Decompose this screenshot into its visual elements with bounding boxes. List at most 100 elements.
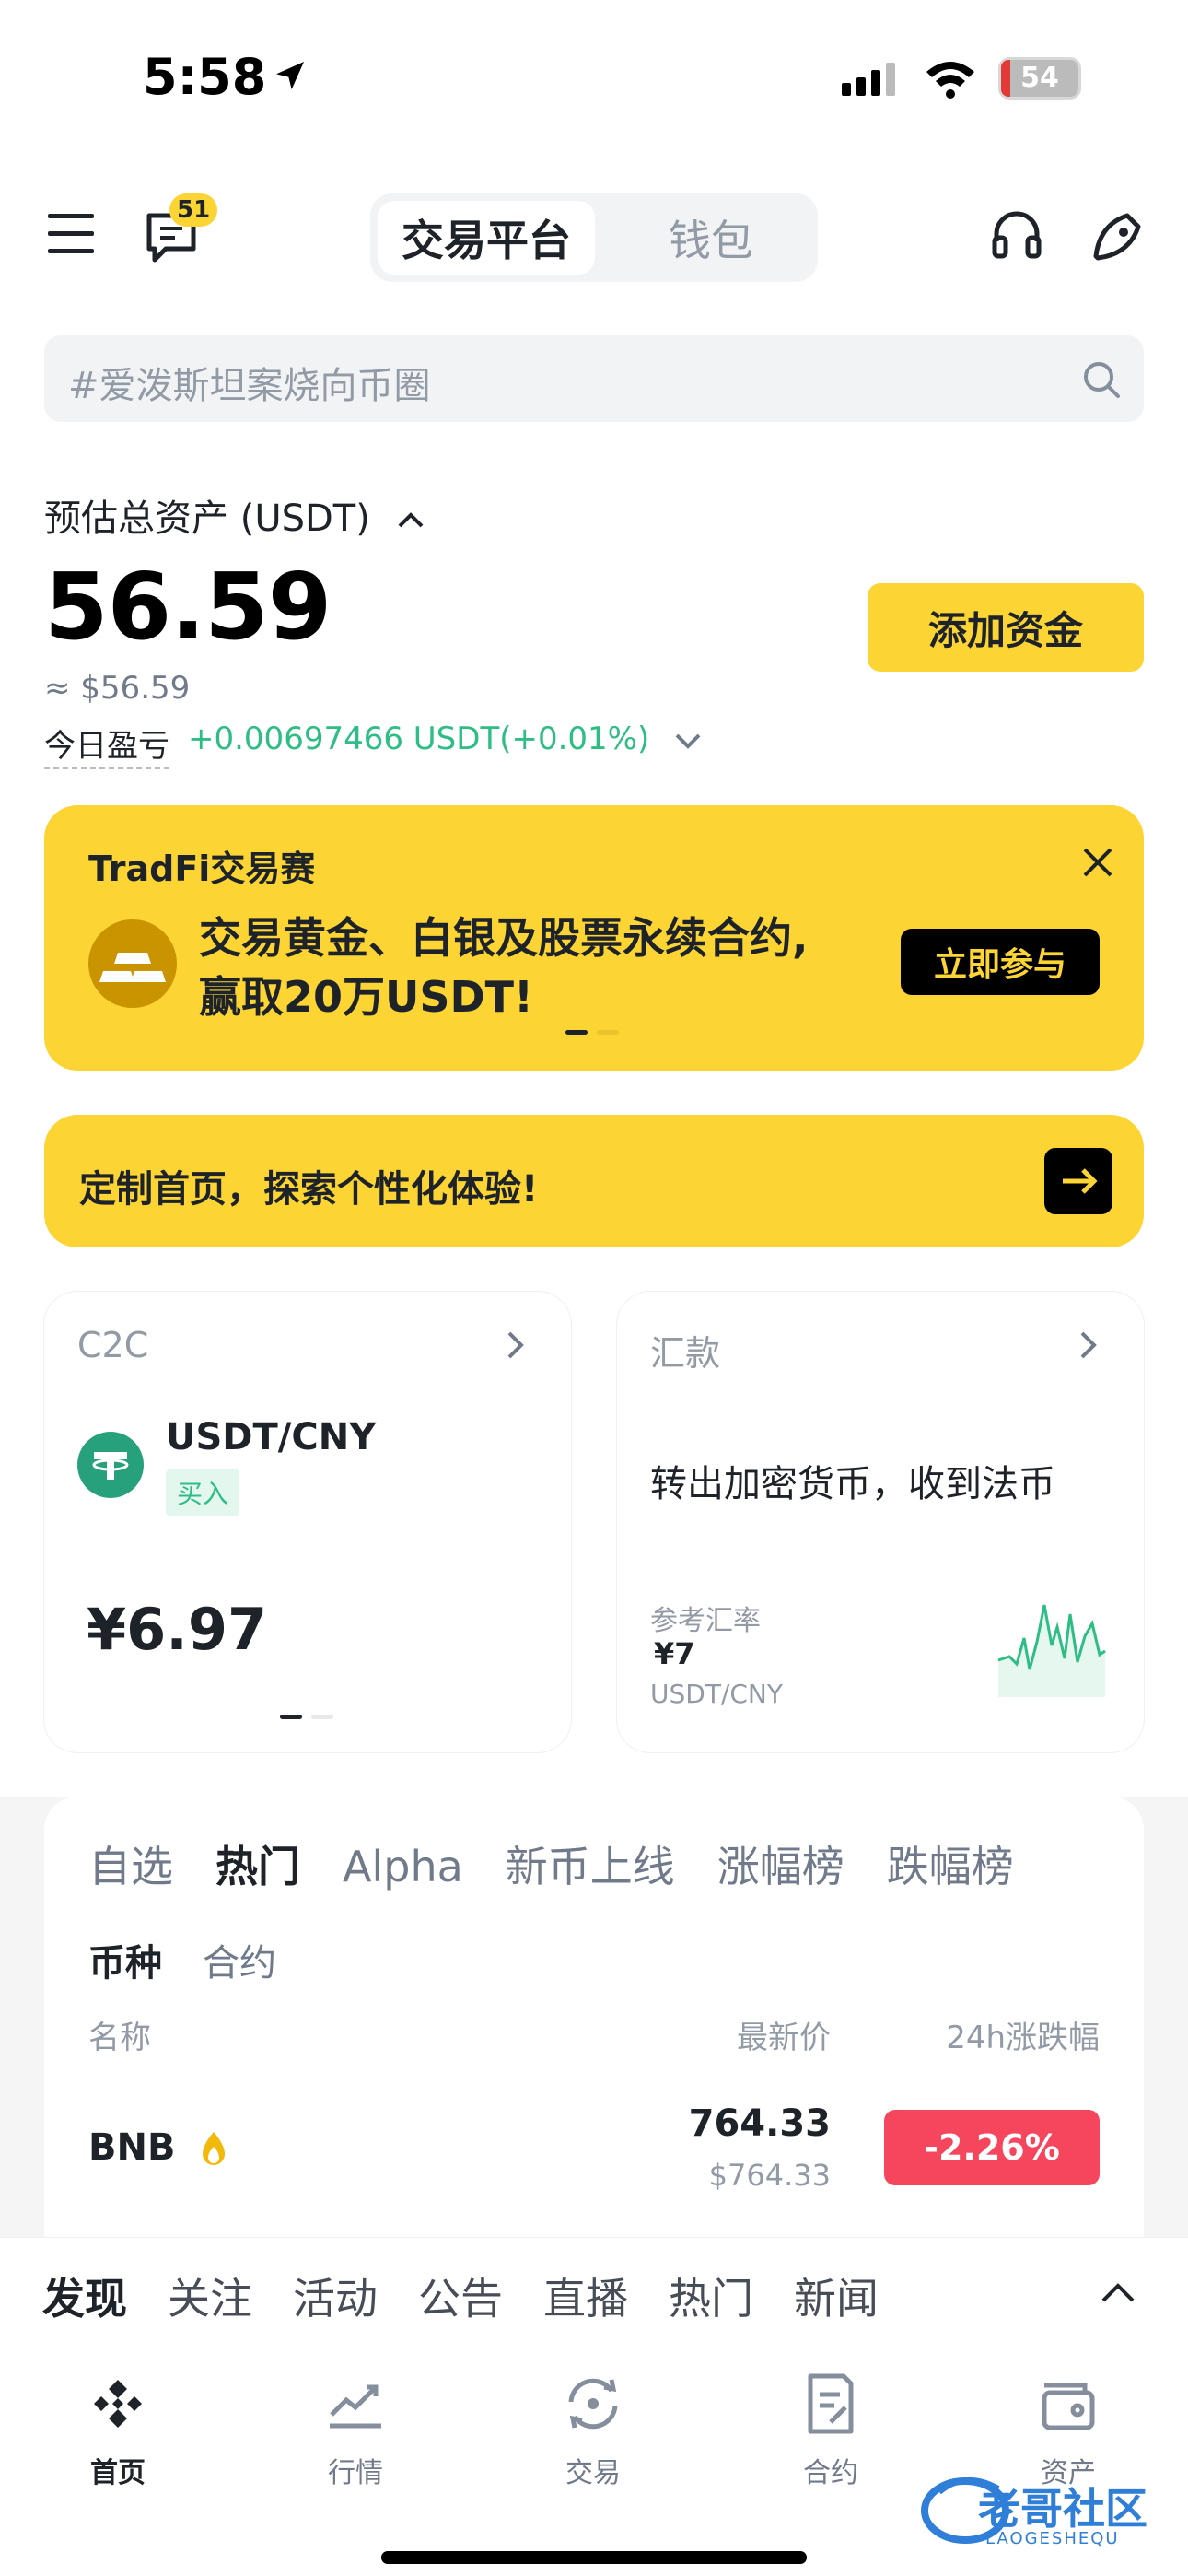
tab-following[interactable]: 关注 bbox=[168, 2274, 252, 2324]
search-bar[interactable]: #爱泼斯坦案烧向币圈 bbox=[44, 335, 1144, 422]
customize-text: 定制首页，探索个性化体验! bbox=[79, 1168, 539, 1211]
c2c-price: ¥6.97 bbox=[87, 1596, 268, 1663]
arrow-right-button[interactable] bbox=[1044, 1148, 1112, 1214]
subtab-coins[interactable]: 币种 bbox=[88, 1942, 162, 1985]
rate-pair: USDT/CNY bbox=[650, 1679, 783, 1709]
status-time: 5:58 bbox=[143, 48, 309, 106]
tab-events[interactable]: 活动 bbox=[293, 2274, 378, 2324]
nav-home-label: 首页 bbox=[90, 2457, 146, 2489]
wallet-icon bbox=[1042, 2383, 1095, 2430]
pnl-label[interactable]: 今日盈亏 bbox=[44, 720, 169, 769]
chevron-up-icon bbox=[398, 512, 423, 528]
nav-trade[interactable]: 交易 bbox=[510, 2367, 676, 2505]
col-name: 名称 bbox=[88, 2020, 151, 2056]
battery-level: 54 bbox=[1020, 62, 1059, 94]
chart-trend-icon bbox=[330, 2384, 381, 2429]
customize-home-banner[interactable]: 定制首页，探索个性化体验! bbox=[44, 1115, 1144, 1247]
watermark-text: 老哥社区 bbox=[978, 2484, 1147, 2534]
nav-markets-label: 行情 bbox=[328, 2457, 383, 2489]
total-assets-value: 56.59 bbox=[44, 553, 332, 661]
assets-label[interactable]: 预估总资产 (USDT) bbox=[44, 488, 426, 542]
promo-line-2: 赢取20万USDT! bbox=[199, 972, 534, 1022]
c2c-card[interactable]: C2C USDT/CNY 买入 ¥6.97 bbox=[44, 1292, 571, 1752]
carousel-dot bbox=[597, 1030, 619, 1035]
remit-card[interactable]: 汇款 转出加密货币，收到法币 参考汇率 ¥7 USDT/CNY bbox=[617, 1292, 1144, 1752]
market-tabs: 自选 热门 Alpha 新币上线 涨幅榜 跌幅榜 bbox=[88, 1833, 1056, 1894]
markets-panel: 自选 热门 Alpha 新币上线 涨幅榜 跌幅榜 币种 合约 名称 最新价 24h涨跌幅 B… bbox=[44, 1797, 1144, 2239]
message-badge: 51 bbox=[169, 193, 218, 227]
c2c-title: C2C bbox=[77, 1325, 149, 1365]
discover-tabs: 发现 关注 活动 公告 直播 热门 新闻 bbox=[42, 2266, 919, 2326]
search-icon[interactable] bbox=[1081, 359, 1122, 404]
tether-icon bbox=[77, 1432, 144, 1498]
tab-trending[interactable]: 热门 bbox=[669, 2274, 753, 2324]
promo-banner[interactable]: TradFi交易赛 交易黄金、白银及股票永续合约, 赢取20万USDT! 立即参… bbox=[44, 805, 1144, 1071]
trade-exchange-icon bbox=[568, 2378, 618, 2430]
carousel-dot-active bbox=[565, 1030, 588, 1035]
tab-discover[interactable]: 发现 bbox=[42, 2274, 127, 2324]
futures-document-icon bbox=[808, 2373, 854, 2434]
tab-announcements[interactable]: 公告 bbox=[418, 2274, 503, 2324]
flame-icon bbox=[203, 2132, 226, 2165]
tab-hot[interactable]: 热门 bbox=[215, 1842, 300, 1891]
exchange-wallet-switch: 交易平台 钱包 bbox=[370, 193, 818, 282]
nav-futures-label: 合约 bbox=[803, 2457, 858, 2489]
location-arrow-icon bbox=[272, 48, 309, 106]
promo-line-1: 交易黄金、白银及股票永续合约, bbox=[199, 913, 809, 963]
chevron-up-icon[interactable] bbox=[1098, 2278, 1138, 2310]
tab-alpha[interactable]: Alpha bbox=[343, 1842, 463, 1891]
wifi-icon bbox=[923, 57, 978, 103]
home-indicator bbox=[381, 2551, 807, 2564]
rate-value: ¥7 bbox=[654, 1636, 695, 1671]
rate-sparkline bbox=[996, 1587, 1107, 1701]
change-badge[interactable]: -2.26% bbox=[884, 2110, 1100, 2185]
remit-description: 转出加密货币，收到法币 bbox=[650, 1463, 1055, 1505]
support-headset-icon[interactable] bbox=[989, 208, 1044, 267]
tab-gainers[interactable]: 涨幅榜 bbox=[717, 1842, 844, 1891]
tab-favorites[interactable]: 自选 bbox=[88, 1842, 173, 1891]
add-funds-button[interactable]: 添加资金 bbox=[868, 583, 1144, 672]
bottom-area: 发现 关注 活动 公告 直播 热门 新闻 首页 行情 交易 合约 资产 老哥社区… bbox=[0, 2237, 1188, 2576]
menu-icon[interactable] bbox=[46, 210, 98, 262]
gold-bars-icon bbox=[88, 919, 177, 1008]
tab-exchange[interactable]: 交易平台 bbox=[378, 201, 595, 275]
battery-icon: 54 bbox=[998, 57, 1081, 100]
market-subtabs: 币种 合约 bbox=[88, 1933, 317, 1986]
chevron-down-icon bbox=[675, 733, 701, 749]
buy-tag: 买入 bbox=[166, 1469, 240, 1516]
rate-label: 参考汇率 bbox=[650, 1605, 761, 1637]
col-last-price: 最新价 bbox=[737, 2020, 831, 2056]
c2c-pair: USDT/CNY bbox=[166, 1416, 377, 1458]
close-icon[interactable] bbox=[1081, 846, 1114, 883]
watermark-subtext: LAOGESHEQU bbox=[985, 2529, 1120, 2548]
nav-home[interactable]: 首页 bbox=[35, 2367, 201, 2505]
tab-wallet[interactable]: 钱包 bbox=[611, 201, 810, 275]
arrow-right-icon bbox=[1063, 1168, 1098, 1194]
search-placeholder: #爱泼斯坦案烧向币圈 bbox=[68, 365, 431, 407]
last-price: 764.33 bbox=[688, 2102, 831, 2145]
last-price-usd: $764.33 bbox=[708, 2158, 831, 2193]
nav-markets[interactable]: 行情 bbox=[273, 2367, 438, 2505]
col-24h-change: 24h涨跌幅 bbox=[946, 2020, 1100, 2056]
binance-logo-icon bbox=[94, 2380, 142, 2428]
card-dot-active bbox=[280, 1715, 302, 1719]
join-now-button[interactable]: 立即参与 bbox=[901, 929, 1100, 995]
chevron-right-icon bbox=[1077, 1329, 1100, 1365]
assets-approx-usd: ≈ $56.59 bbox=[44, 670, 191, 707]
tab-losers[interactable]: 跌幅榜 bbox=[887, 1842, 1014, 1891]
tab-news[interactable]: 新闻 bbox=[794, 2274, 879, 2324]
nav-trade-label: 交易 bbox=[565, 2457, 621, 2489]
remit-title: 汇款 bbox=[650, 1333, 721, 1374]
tab-live[interactable]: 直播 bbox=[543, 2274, 628, 2324]
promo-title: TradFi交易赛 bbox=[88, 849, 316, 889]
coin-symbol: BNB bbox=[88, 2126, 230, 2169]
watermark-logo: 老哥社区 LAOGESHEQU bbox=[921, 2465, 1170, 2553]
subtab-futures[interactable]: 合约 bbox=[203, 1942, 276, 1985]
chevron-right-icon bbox=[505, 1329, 527, 1365]
pnl-value[interactable]: +0.00697466 USDT(+0.01%) bbox=[188, 720, 704, 757]
profile-edit-icon[interactable] bbox=[1090, 206, 1147, 267]
card-dot bbox=[311, 1715, 333, 1719]
nav-futures[interactable]: 合约 bbox=[748, 2367, 914, 2505]
tab-new-listings[interactable]: 新币上线 bbox=[506, 1842, 675, 1891]
signal-icon bbox=[840, 61, 906, 101]
